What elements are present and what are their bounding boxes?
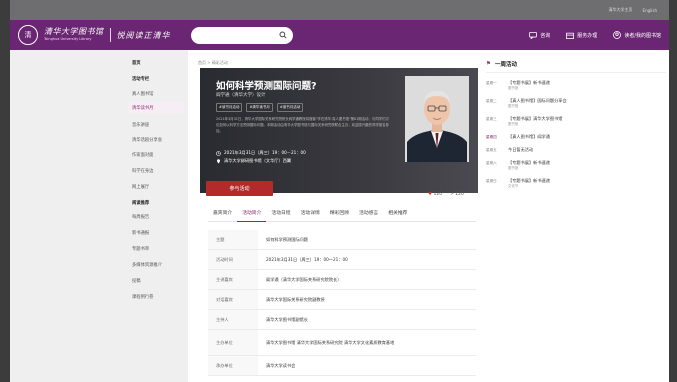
table-row: 对话嘉宾 清华大学国际关系研究院副教授 <box>208 290 476 310</box>
breadcrumb: 首页 > 精彩活动 <box>198 60 228 65</box>
service-link[interactable]: 服务办理 <box>566 32 597 39</box>
table-row: 主办单位 清华大学图书馆 清华大学国际关系研究院 清华大学文化素质教育基地 <box>208 330 476 356</box>
list-item[interactable]: 星期三 【专题书展】清华大学图书馆 图书馆 <box>486 116 666 127</box>
table-row: 主讲嘉宾 阎学通（清华大学国际关系研究院院长） <box>208 270 476 290</box>
flag-icon: ⚑ <box>486 61 491 67</box>
search-icon[interactable] <box>278 31 287 39</box>
sidebar-heading-recommend: 阅读推荐 <box>132 201 150 206</box>
list-item[interactable]: 星期六 【专题书展】新书速递 图书馆 <box>486 160 666 171</box>
tab-event-intro[interactable]: 活动简介 <box>237 206 267 222</box>
event-time: 2021年3月31日（周三）19：00－21：00 <box>216 150 306 156</box>
tab-review[interactable]: 精彩回顾 <box>325 206 354 222</box>
chat-icon <box>529 31 538 39</box>
sidebar-heading-activities: 活动专栏 <box>132 77 150 82</box>
event-tag[interactable]: #读书月活动 <box>216 103 243 112</box>
site-header: 清 清华大学图书馆 Tsinghua University Library 悦阅… <box>10 20 669 50</box>
event-place: 清华大学邺研图书馆（文华厅）西翼 <box>216 158 291 164</box>
tab-related[interactable]: 相关推荐 <box>383 206 412 222</box>
sidebar-item-new-books[interactable]: 新书通报 <box>132 230 149 236</box>
sidebar-item-submit[interactable]: 投稿 <box>132 278 141 284</box>
tab-schedule[interactable]: 活动日程 <box>266 206 295 222</box>
sidebar-item-online-exhibit[interactable]: 网上展厅 <box>132 184 149 190</box>
search-input[interactable] <box>190 26 293 44</box>
event-stats: ♥ 120 ↗ 120 <box>428 192 464 197</box>
page-frame: 清华大学主页 English 清 清华大学图书馆 Tsinghua Univer… <box>10 0 669 382</box>
clock-icon <box>216 150 221 156</box>
top-utility-bar: 清华大学主页 English <box>10 0 669 20</box>
sidebar-item-booklist[interactable]: 专题书单 <box>132 246 149 252</box>
tab-comments[interactable]: 活动感言 <box>354 206 383 222</box>
table-row: 承办单位 清华大学读书会 <box>208 356 476 376</box>
weekly-activities-title: ⚑ 一周活动 <box>486 60 666 73</box>
sidebar-item-living-library[interactable]: 真人图书馆 <box>132 91 153 97</box>
logo-divider <box>109 28 111 42</box>
event-title: 如何科学预测国际问题? <box>216 81 317 92</box>
list-item[interactable]: 星期五 今日暂无活动 <box>486 147 666 153</box>
table-row: 主题 如何科学预测国际问题 <box>208 230 476 250</box>
logo-chinese: 清华大学图书馆 <box>44 27 104 37</box>
list-item[interactable]: 星期四 【真人图书馆】阎学通 <box>486 134 666 140</box>
tab-details[interactable]: 活动详情 <box>296 206 325 222</box>
sidebar-item-music[interactable]: 音乐讲座 <box>132 122 149 128</box>
event-subtitle: 阎学通（清华大学）设计 <box>216 93 266 98</box>
slogan: 悦阅读正清华 <box>116 30 171 40</box>
event-description: 2021年3月31日，清华大学国际关系研究院院长阎学通教授将做客"学在清华·真人… <box>216 117 389 133</box>
list-item[interactable]: 星期一 【专题书展】新书速递 图书馆 <box>486 80 666 91</box>
sidebar-item-science[interactable]: 科学在身边 <box>132 168 153 174</box>
sidebar-item-course[interactable]: 课程例行卷 <box>132 294 153 300</box>
share-icon: ↗ <box>450 192 454 197</box>
user-icon <box>613 31 622 39</box>
table-row: 主持人 清华大学图书馆副馆长 <box>208 310 476 330</box>
sidebar-item-authors[interactable]: 作家面对面 <box>132 152 153 158</box>
event-tag[interactable]: #清华读书月 <box>246 103 273 112</box>
join-event-button[interactable]: 参与活动 <box>206 181 273 196</box>
service-icon <box>566 32 575 39</box>
event-tabs: 嘉宾简介 活动简介 活动日程 活动详情 精彩回顾 活动感言 相关推荐 <box>208 206 476 222</box>
list-item[interactable]: 星期二 【真人图书馆】国际问题分享会 图书馆 <box>486 98 666 109</box>
like-count[interactable]: ♥ 120 <box>428 192 442 197</box>
sidebar-item-multimedia[interactable]: 多媒体资源推介 <box>132 262 162 268</box>
header-nav: 咨询 服务办理 读者/我的图书馆 <box>529 31 661 39</box>
left-sidebar: 首页 活动专栏 真人图书馆 清华读书月 音乐讲座 清华话剧分享会 作家面对面 科… <box>10 50 188 382</box>
speaker-portrait <box>405 76 469 162</box>
logo-english: Tsinghua University Library <box>44 37 92 42</box>
heart-icon: ♥ <box>428 192 433 197</box>
event-details-table: 主题 如何科学预测国际问题 活动时间 2021年3月31日（周三）19：00～21：… <box>208 230 476 376</box>
tab-guest-intro[interactable]: 嘉宾简介 <box>208 206 237 222</box>
consult-link[interactable]: 咨询 <box>529 31 550 39</box>
library-seal-icon: 清 <box>18 25 38 45</box>
sidebar-item-weekly[interactable]: 每周报告 <box>132 214 149 220</box>
location-pin-icon <box>217 158 220 163</box>
event-tags: #读书月活动 #清华读书月 #读书月活动 <box>216 103 304 112</box>
event-banner: 如何科学预测国际问题? 阎学通（清华大学）设计 #读书月活动 #清华读书月 #读… <box>200 68 478 193</box>
sidebar-item-reading-month[interactable]: 清华读书月 <box>132 105 153 111</box>
list-item[interactable]: 星期日 【专题书展】新书速递 文化节 <box>486 178 666 189</box>
library-logo[interactable]: 清华大学图书馆 Tsinghua University Library <box>44 28 104 42</box>
language-link[interactable]: English <box>643 8 657 13</box>
sidebar-item-drama[interactable]: 清华话剧分享会 <box>132 137 162 143</box>
account-link[interactable]: 读者/我的图书馆 <box>613 31 661 39</box>
weekly-activities-panel: ⚑ 一周活动 星期一 【专题书展】新书速递 图书馆 星期二 【真人图书馆】国际问题分享会… <box>486 60 666 189</box>
table-row: 活动时间 2021年3月31日（周三）19：00～21：00 <box>208 250 476 270</box>
share-count[interactable]: ↗ 120 <box>450 192 464 197</box>
event-tag[interactable]: #读书月活动 <box>276 103 304 112</box>
link-tsinghua-home[interactable]: 清华大学主页 <box>609 7 633 13</box>
sidebar-heading-home[interactable]: 首页 <box>132 60 141 66</box>
